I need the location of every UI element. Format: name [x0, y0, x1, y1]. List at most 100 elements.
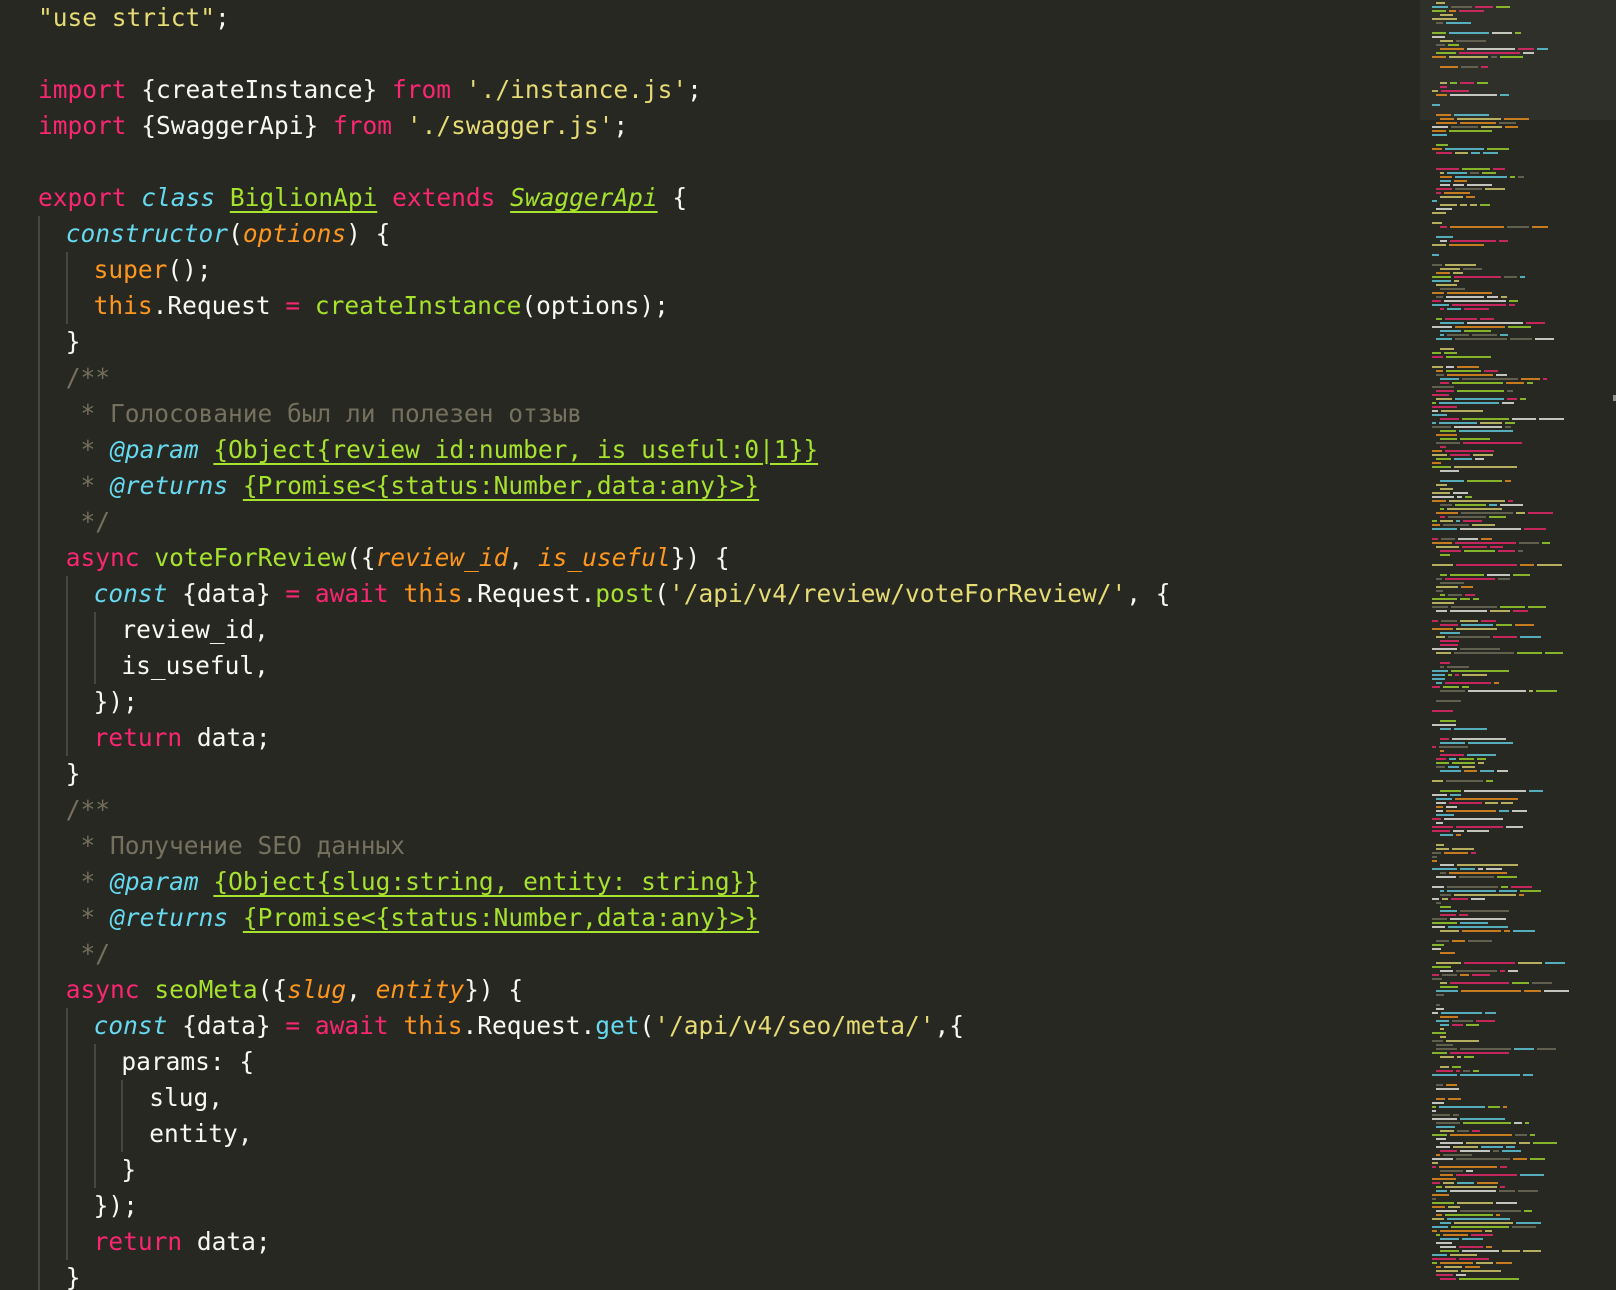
minimap-line: [1490, 546, 1503, 548]
code-editor[interactable]: "use strict"; import {createInstance} fr…: [0, 0, 1420, 1290]
code-line[interactable]: const {data} = await this.Request.post('…: [38, 576, 1420, 612]
code-token: * Получение SEO данных: [65, 831, 406, 860]
code-line[interactable]: async voteForReview({review_id, is_usefu…: [38, 540, 1420, 576]
minimap-line: [1490, 610, 1510, 612]
code-token: });: [93, 687, 138, 716]
code-line[interactable]: return data;: [38, 720, 1420, 756]
minimap-line: [1455, 674, 1459, 676]
minimap-line: [1451, 6, 1472, 8]
code-token: is_useful: [537, 543, 671, 572]
code-line[interactable]: }: [38, 1152, 1420, 1188]
minimap-line: [1432, 886, 1444, 888]
minimap-line: [1459, 758, 1474, 760]
minimap-line: [1497, 770, 1508, 772]
code-line[interactable]: entity,: [38, 1116, 1420, 1152]
code-token: return: [93, 723, 183, 752]
minimap-line: [1483, 152, 1498, 154]
code-line[interactable]: import {createInstance} from './instance…: [38, 72, 1420, 108]
code-line[interactable]: return data;: [38, 1224, 1420, 1260]
minimap-line: [1452, 848, 1474, 850]
minimap-line: [1460, 204, 1467, 206]
minimap-line: [1440, 176, 1452, 178]
indent-guide: [38, 792, 40, 828]
code-line[interactable]: */: [38, 504, 1420, 540]
minimap-line: [1448, 594, 1462, 596]
minimap-line: [1514, 1048, 1534, 1050]
code-token: super: [93, 255, 168, 284]
minimap-line: [1432, 602, 1454, 604]
code-line[interactable]: slug,: [38, 1080, 1420, 1116]
minimap-line: [1440, 662, 1450, 664]
code-line[interactable]: [38, 144, 1420, 180]
code-line[interactable]: this.Request = createInstance(options);: [38, 288, 1420, 324]
code-line[interactable]: * @returns {Promise<{status:Number,data:…: [38, 468, 1420, 504]
minimap-line: [1496, 374, 1507, 376]
code-line[interactable]: async seoMeta({slug, entity}) {: [38, 972, 1420, 1008]
code-line[interactable]: */: [38, 936, 1420, 972]
code-line[interactable]: params: {: [38, 1044, 1420, 1080]
minimap-line: [1457, 390, 1504, 392]
code-line[interactable]: * @param {Object{review_id:number, is_us…: [38, 432, 1420, 468]
minimap-line: [1436, 512, 1458, 514]
minimap-line: [1436, 1122, 1460, 1124]
minimap-line: [1447, 308, 1461, 310]
code-line[interactable]: }: [38, 324, 1420, 360]
minimap-line: [1432, 978, 1442, 980]
code-line[interactable]: const {data} = await this.Request.get('/…: [38, 1008, 1420, 1044]
minimap-line: [1454, 1222, 1513, 1224]
code-line[interactable]: "use strict";: [38, 0, 1420, 36]
minimap-line: [1456, 834, 1461, 836]
minimap[interactable]: [1420, 0, 1616, 1290]
code-line[interactable]: [38, 36, 1420, 72]
code-line[interactable]: /**: [38, 792, 1420, 828]
code-line[interactable]: * @returns {Promise<{status:Number,data:…: [38, 900, 1420, 936]
code-line[interactable]: });: [38, 1188, 1420, 1224]
code-area[interactable]: "use strict"; import {createInstance} fr…: [38, 0, 1420, 1290]
code-line[interactable]: constructor(options) {: [38, 216, 1420, 252]
code-line[interactable]: });: [38, 684, 1420, 720]
minimap-line: [1484, 370, 1498, 372]
code-line[interactable]: * @param {Object{slug:string, entity: st…: [38, 864, 1420, 900]
minimap-line: [1512, 418, 1536, 420]
minimap-line: [1450, 82, 1457, 84]
code-line[interactable]: is_useful,: [38, 648, 1420, 684]
minimap-line: [1432, 276, 1451, 278]
minimap-line: [1432, 922, 1457, 924]
code-line[interactable]: export class BiglionApi extends SwaggerA…: [38, 180, 1420, 216]
minimap-line: [1521, 378, 1540, 380]
minimap-line: [1432, 1262, 1437, 1264]
minimap-line: [1512, 810, 1527, 812]
minimap-line: [1487, 148, 1509, 150]
minimap-line: [1473, 454, 1493, 456]
code-line[interactable]: * Голосование был ли полезен отзыв: [38, 396, 1420, 432]
code-line[interactable]: import {SwaggerApi} from './swagger.js';: [38, 108, 1420, 144]
minimap-line: [1436, 1270, 1458, 1272]
minimap-line: [1436, 962, 1461, 964]
code-line[interactable]: * Получение SEO данных: [38, 828, 1420, 864]
minimap-line: [1441, 1012, 1482, 1014]
minimap-line: [1436, 1084, 1443, 1086]
minimap-line: [1432, 598, 1457, 600]
code-line[interactable]: super();: [38, 252, 1420, 288]
minimap-line: [1440, 268, 1460, 270]
minimap-line: [1436, 902, 1441, 904]
minimap-line: [1455, 188, 1482, 190]
minimap-line: [1443, 1182, 1454, 1184]
minimap-line: [1481, 1146, 1503, 1148]
code-line[interactable]: }: [38, 1260, 1420, 1290]
code-token: {data}: [167, 579, 286, 608]
code-line[interactable]: }: [38, 756, 1420, 792]
minimap-line: [1432, 1118, 1457, 1120]
minimap-line: [1454, 114, 1489, 116]
code-token: , {: [1126, 579, 1171, 608]
code-line[interactable]: /**: [38, 360, 1420, 396]
minimap-line: [1444, 818, 1503, 820]
minimap-line: [1440, 952, 1455, 954]
minimap-line: [1523, 1250, 1541, 1252]
code-line[interactable]: review_id,: [38, 612, 1420, 648]
minimap-line: [1436, 940, 1449, 942]
minimap-line: [1502, 1250, 1520, 1252]
code-token: ;: [215, 3, 230, 32]
minimap-line: [1485, 802, 1498, 804]
minimap-line: [1511, 886, 1532, 888]
